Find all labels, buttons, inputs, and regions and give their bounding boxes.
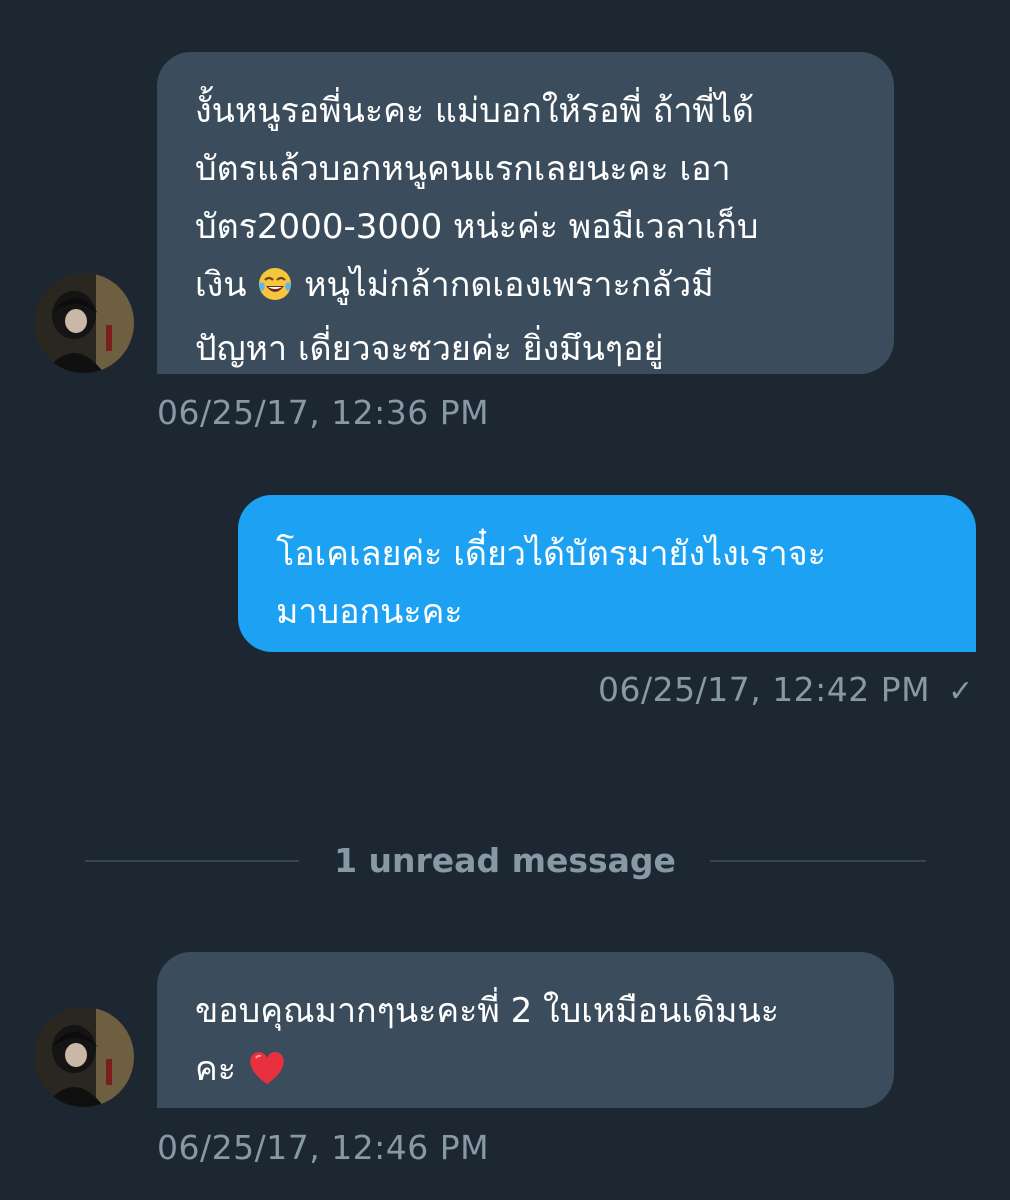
message-text-line: บัตรแล้วบอกหนูคนแรกเลยนะคะ เอา	[195, 149, 731, 189]
message-text-line: เงิน	[195, 265, 258, 305]
unread-divider: 1 unread message	[0, 838, 1010, 884]
message-text-line: งั้นหนูรอพี่นะคะ แม่บอกให้รอพี่ ถ้าพี่ได…	[195, 91, 755, 131]
message-text-line: หนูไม่กล้ากดเองเพราะกลัวมี	[293, 265, 714, 305]
message-text-line: โอเคเลยค่ะ เดี๋ยวได้บัตรมายังไงเราจะ	[276, 534, 826, 574]
message-timestamp: 06/25/17, 12:36 PM	[157, 393, 490, 432]
conversation-view: งั้นหนูรอพี่นะคะ แม่บอกให้รอพี่ ถ้าพี่ได…	[0, 0, 1010, 1200]
message-timestamp: 06/25/17, 12:46 PM	[157, 1128, 490, 1167]
divider-line-right	[710, 860, 926, 862]
message-text-line: บัตร2000-3000 หน่ะค่ะ พอมีเวลาเก็บ	[195, 207, 759, 247]
message-timestamp: 06/25/17, 12:42 PM	[598, 670, 931, 709]
message-timestamp-row: 06/25/17, 12:42 PM ✓	[598, 670, 974, 709]
check-icon: ✓	[948, 674, 974, 709]
sender-avatar[interactable]	[34, 1007, 134, 1107]
incoming-message-bubble[interactable]: ขอบคุณมากๆนะคะพี่ 2 ใบเหมือนเดิมนะ คะ	[157, 952, 894, 1108]
face-with-tears-of-joy-icon	[257, 262, 293, 320]
message-text-line: ปัญหา เดี่ยวจะซวยค่ะ ยิ่งมึนๆอยู่	[195, 329, 664, 369]
incoming-message-bubble[interactable]: งั้นหนูรอพี่นะคะ แม่บอกให้รอพี่ ถ้าพี่ได…	[157, 52, 894, 374]
message-text-line: มาบอกนะคะ	[276, 592, 463, 632]
outgoing-message-bubble[interactable]: โอเคเลยค่ะ เดี๋ยวได้บัตรมายังไงเราจะ มาบ…	[238, 495, 976, 652]
red-heart-icon	[247, 1046, 287, 1104]
sender-avatar[interactable]	[34, 273, 134, 373]
message-text-line: คะ	[195, 1049, 247, 1089]
message-text-line: ขอบคุณมากๆนะคะพี่ 2 ใบเหมือนเดิมนะ	[195, 991, 779, 1031]
